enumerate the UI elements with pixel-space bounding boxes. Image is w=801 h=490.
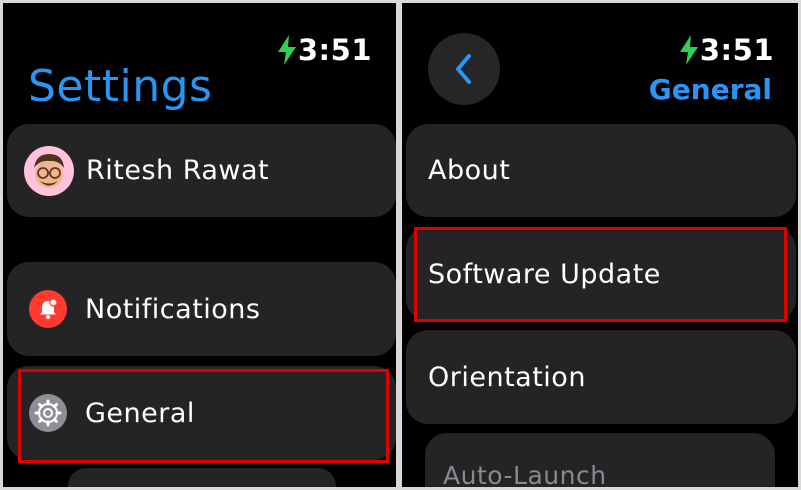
auto-launch-label: Auto-Launch — [443, 461, 607, 487]
charging-bolt-icon — [277, 35, 296, 65]
chevron-left-icon — [456, 54, 471, 84]
orientation-label: Orientation — [428, 361, 586, 393]
menu-item-software-update[interactable]: Software Update — [406, 227, 796, 321]
page-title: General — [648, 73, 772, 106]
menu-item-about[interactable]: About — [406, 124, 796, 217]
software-update-label: Software Update — [428, 258, 661, 290]
gear-icon — [29, 394, 67, 432]
page-title: Settings — [28, 61, 213, 112]
avatar — [24, 145, 74, 196]
sidebar-item-notifications[interactable]: Notifications — [7, 262, 396, 356]
status-time: 3:51 — [277, 33, 372, 67]
memoji-icon — [34, 153, 64, 188]
list-item-partial[interactable] — [68, 468, 336, 487]
notifications-label: Notifications — [85, 293, 261, 325]
settings-screen: 3:51 Settings Ritesh Rawat Notifications — [3, 3, 396, 487]
bell-icon — [29, 290, 67, 328]
profile-row[interactable]: Ritesh Rawat — [7, 124, 396, 217]
general-screen: 3:51 General About Software Update Orien… — [402, 3, 798, 487]
status-time: 3:51 — [679, 33, 774, 67]
time-text: 3:51 — [699, 33, 774, 67]
time-text: 3:51 — [297, 33, 372, 67]
charging-bolt-icon — [679, 35, 698, 65]
about-label: About — [428, 155, 511, 186]
profile-name: Ritesh Rawat — [86, 155, 270, 186]
menu-item-orientation[interactable]: Orientation — [406, 330, 796, 424]
general-label: General — [85, 397, 195, 429]
back-button[interactable] — [428, 33, 500, 105]
sidebar-item-general[interactable]: General — [7, 366, 396, 460]
menu-item-auto-launch[interactable]: Auto-Launch — [425, 433, 775, 487]
